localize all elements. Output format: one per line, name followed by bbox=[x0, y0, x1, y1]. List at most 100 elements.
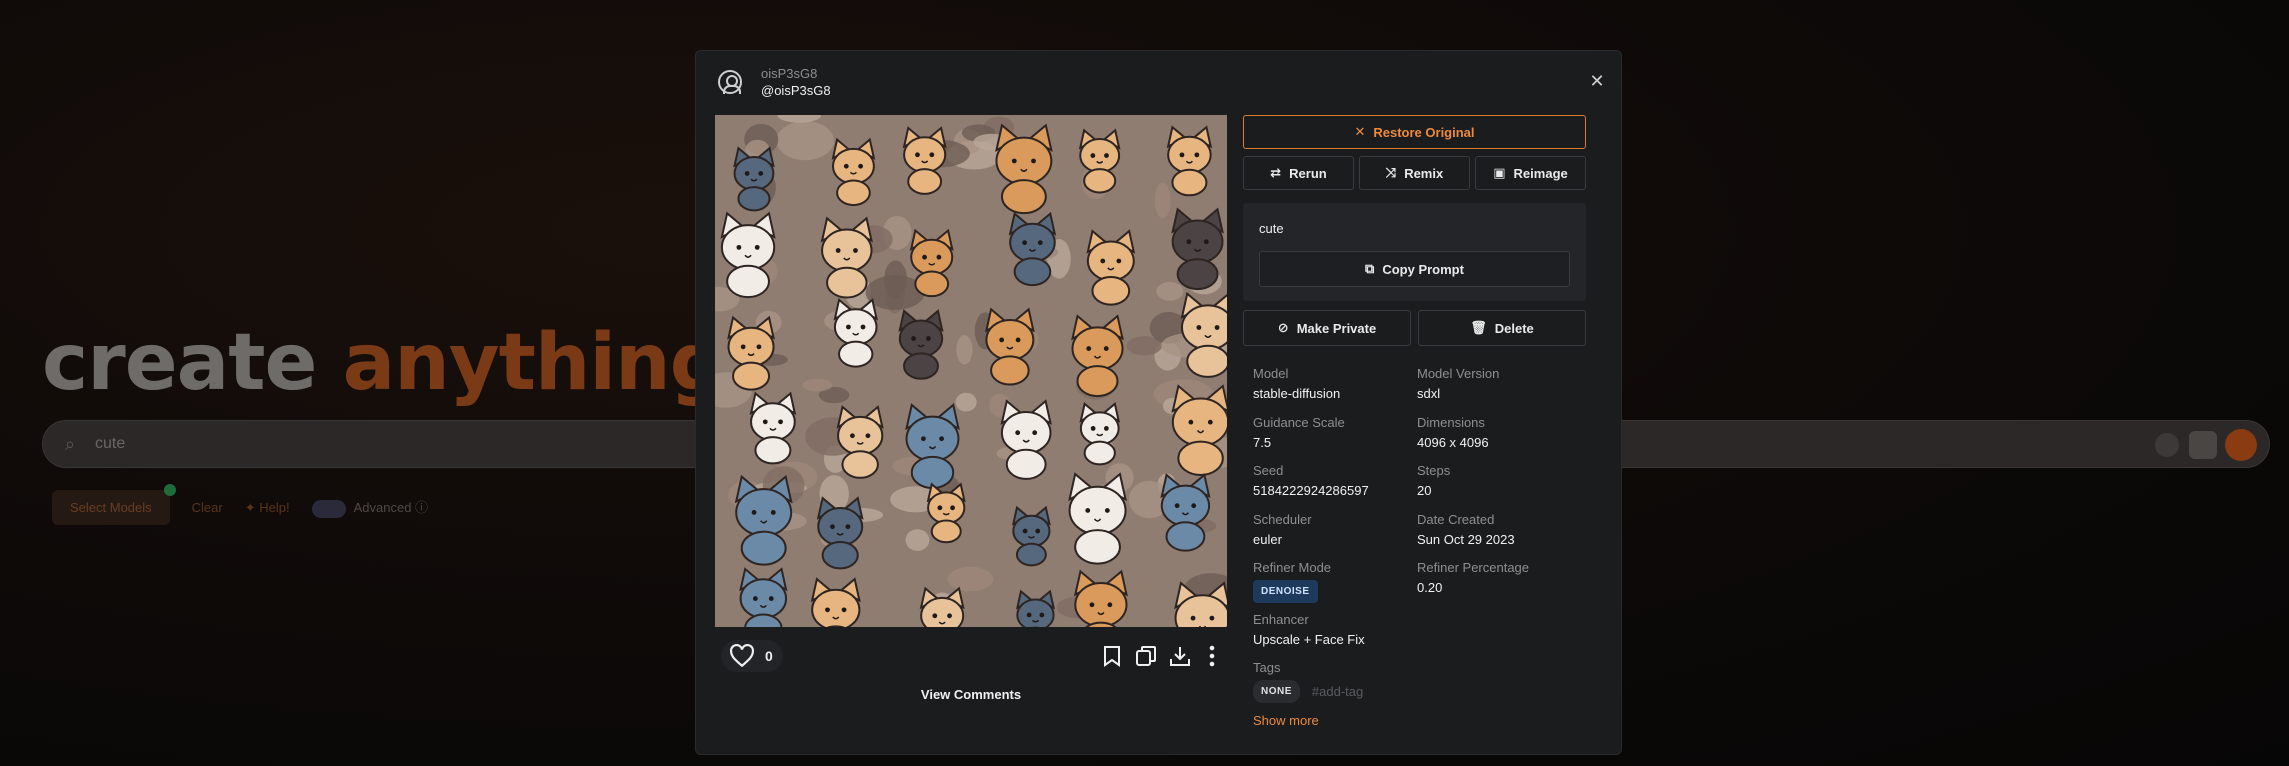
model-value: stable-diffusion bbox=[1253, 386, 1341, 401]
cat-figure bbox=[902, 126, 947, 195]
select-models-button: Select Models bbox=[52, 484, 176, 525]
restore-original-label: Restore Original bbox=[1373, 124, 1475, 140]
cat-figure bbox=[1008, 211, 1057, 287]
guidance-value: 7.5 bbox=[1253, 435, 1272, 450]
reimage-label: Reimage bbox=[1513, 165, 1568, 181]
seed-label: Seed bbox=[1253, 463, 1284, 478]
like-button[interactable]: 0 bbox=[721, 640, 783, 672]
model-label: Model bbox=[1253, 366, 1289, 381]
model-version-field: Model Version sdxl bbox=[1417, 365, 1499, 402]
cat-figure bbox=[1078, 128, 1121, 194]
date-created-value: Sun Oct 29 2023 bbox=[1417, 532, 1515, 547]
reimage-button[interactable]: ▣ Reimage bbox=[1475, 156, 1586, 190]
background-toolbar: Select Models Clear ✦ Help! Advanced ⓘ bbox=[52, 484, 428, 525]
view-comments-link[interactable]: View Comments bbox=[715, 687, 1227, 702]
modal-header: oisP3sG8 @oisP3sG8 bbox=[718, 65, 831, 99]
rerun-button[interactable]: ⇄ Rerun bbox=[1243, 156, 1354, 190]
image-upload-icon bbox=[2189, 431, 2217, 459]
cat-figure bbox=[1160, 473, 1211, 552]
image-detail-modal: oisP3sG8 @oisP3sG8 ✕ 0 View Comments ✕ R… bbox=[695, 50, 1622, 755]
cat-figure bbox=[995, 123, 1053, 215]
refiner-percentage-value: 0.20 bbox=[1417, 580, 1443, 595]
enhancer-label: Enhancer bbox=[1253, 612, 1309, 627]
cat-figure bbox=[898, 309, 944, 380]
cat-figure bbox=[734, 474, 793, 566]
refiner-percentage-field: Refiner Percentage 0.20 bbox=[1417, 559, 1529, 596]
cat-figure bbox=[1171, 384, 1227, 476]
cat-figure bbox=[1071, 314, 1124, 398]
download-icon[interactable] bbox=[1167, 643, 1193, 669]
cat-figure bbox=[1086, 229, 1136, 306]
cat-figure bbox=[1068, 472, 1127, 565]
make-private-button[interactable]: ⊘ Make Private bbox=[1243, 310, 1411, 346]
prompt-text: cute bbox=[1259, 221, 1284, 236]
copy-icon[interactable] bbox=[1133, 643, 1159, 669]
image-icon: ▣ bbox=[1493, 165, 1506, 180]
generated-image-artwork bbox=[715, 115, 1227, 627]
dimensions-field: Dimensions 4096 x 4096 bbox=[1417, 414, 1489, 451]
like-count: 0 bbox=[765, 648, 773, 664]
bookmark-icon[interactable] bbox=[1099, 643, 1125, 669]
model-field: Model stable-diffusion bbox=[1253, 365, 1340, 402]
more-vertical-icon[interactable] bbox=[1199, 643, 1225, 669]
cat-figure bbox=[984, 307, 1035, 386]
tags-label: Tags bbox=[1253, 660, 1281, 675]
cat-figure bbox=[1166, 125, 1213, 197]
make-private-label: Make Private bbox=[1296, 320, 1377, 336]
show-more-link[interactable]: Show more bbox=[1253, 713, 1319, 728]
cat-figure bbox=[1171, 207, 1224, 291]
cat-figure bbox=[1011, 505, 1051, 567]
refiner-mode-badge: DENOISE bbox=[1253, 580, 1318, 603]
user-handle[interactable]: @oisP3sG8 bbox=[761, 82, 831, 99]
cat-figure bbox=[909, 228, 954, 298]
model-version-value: sdxl bbox=[1417, 386, 1441, 401]
copy-icon: ⧉ bbox=[1365, 261, 1375, 276]
toggle-switch bbox=[311, 499, 346, 518]
remix-button[interactable]: ⤨ Remix bbox=[1359, 156, 1470, 190]
prompt-box: cute ⧉ Copy Prompt bbox=[1243, 203, 1586, 301]
cat-figure bbox=[816, 496, 864, 570]
cat-figure bbox=[836, 405, 884, 479]
advanced-toggle: Advanced ⓘ bbox=[311, 497, 428, 518]
image-action-bar: 0 bbox=[715, 637, 1227, 677]
cat-figure bbox=[1180, 291, 1227, 378]
search-icon: ⌕ bbox=[65, 434, 76, 454]
restore-original-button[interactable]: ✕ Restore Original bbox=[1243, 115, 1586, 149]
repeat-icon: ⇄ bbox=[1270, 165, 1282, 180]
steps-field: Steps 20 bbox=[1417, 462, 1450, 499]
shuffle-icon: ⤨ bbox=[1385, 165, 1397, 180]
user-avatar-icon[interactable] bbox=[718, 70, 742, 94]
generate-icon bbox=[2225, 429, 2257, 461]
cat-figure bbox=[749, 391, 797, 465]
status-dot bbox=[163, 484, 176, 496]
cat-figure bbox=[720, 211, 776, 299]
dimensions-label: Dimensions bbox=[1417, 415, 1485, 430]
cat-figure bbox=[820, 216, 873, 299]
delete-label: Delete bbox=[1494, 320, 1534, 336]
seed-value: 5184222924286597 bbox=[1253, 483, 1369, 498]
steps-label: Steps bbox=[1417, 463, 1451, 478]
help-button: ✦ Help! bbox=[244, 499, 290, 515]
eye-off-icon: ⊘ bbox=[1277, 320, 1289, 335]
refiner-mode-field: Refiner Mode DENOISE bbox=[1253, 559, 1331, 603]
user-name[interactable]: oisP3sG8 bbox=[761, 65, 831, 82]
delete-button[interactable]: 🗑 Delete bbox=[1418, 310, 1586, 346]
restore-icon: ✕ bbox=[1354, 124, 1366, 139]
hero-word-anything: anything bbox=[342, 318, 726, 408]
tags-row: NONE #add-tag bbox=[1253, 680, 1363, 703]
cat-figure bbox=[1000, 399, 1052, 480]
copy-prompt-button[interactable]: ⧉ Copy Prompt bbox=[1259, 251, 1570, 287]
remix-label: Remix bbox=[1404, 165, 1444, 181]
settings-icon bbox=[2155, 433, 2179, 457]
generated-image[interactable] bbox=[715, 115, 1227, 627]
cat-figure bbox=[1079, 402, 1121, 466]
background-search-text: cute bbox=[95, 435, 126, 452]
copy-prompt-label: Copy Prompt bbox=[1382, 261, 1464, 277]
cat-figure bbox=[926, 482, 966, 544]
add-tag-input[interactable]: #add-tag bbox=[1312, 683, 1363, 700]
dimensions-value: 4096 x 4096 bbox=[1417, 435, 1489, 450]
seed-field: Seed 5184222924286597 bbox=[1253, 462, 1369, 499]
close-icon[interactable]: ✕ bbox=[1587, 71, 1607, 91]
cat-figure bbox=[831, 137, 876, 207]
cat-figure bbox=[905, 403, 960, 490]
